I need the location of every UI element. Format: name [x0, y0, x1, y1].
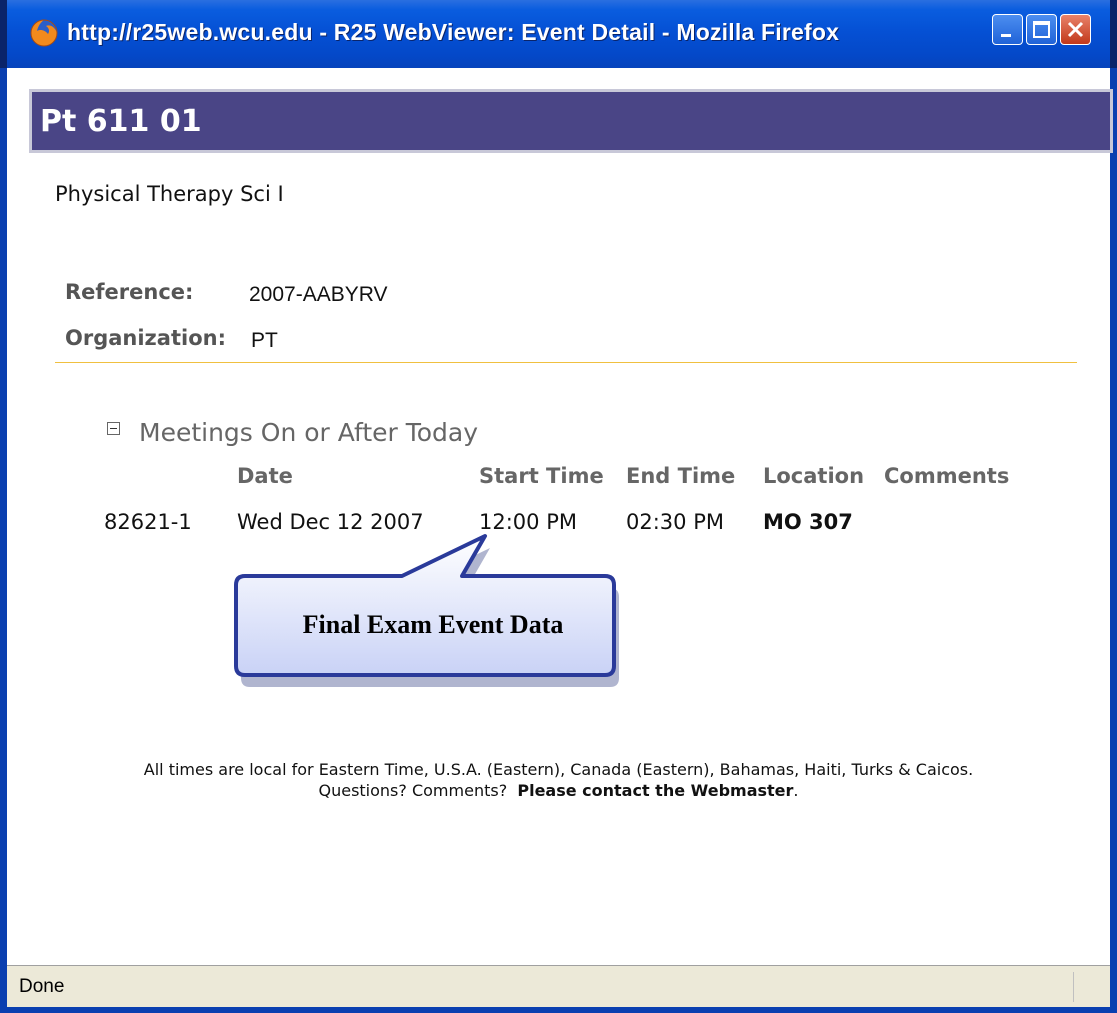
minimize-icon: [1001, 34, 1011, 37]
contact-webmaster-link[interactable]: Please contact the Webmaster: [517, 781, 793, 800]
close-icon: [1067, 21, 1084, 38]
status-bar: Done: [7, 965, 1110, 1007]
contact-prompt: Questions? Comments?: [318, 781, 508, 800]
contact-period: .: [793, 781, 799, 800]
status-bar-panel: [1073, 972, 1104, 1002]
firefox-icon: [29, 18, 59, 48]
callout-text: Final Exam Event Data: [302, 610, 564, 639]
contact-line: Questions? Comments? Please contact the …: [7, 781, 1110, 800]
maximize-button[interactable]: [1026, 14, 1057, 45]
titlebar-divider: [0, 68, 1117, 80]
window-frame-left: [0, 68, 7, 1013]
callout-bubble: [234, 534, 619, 687]
maximize-icon: [1033, 21, 1050, 38]
window-frame-right: [1110, 68, 1117, 1013]
browser-window: http://r25web.wcu.edu - R25 WebViewer: E…: [0, 0, 1117, 1013]
close-button[interactable]: [1060, 14, 1091, 45]
window-title: http://r25web.wcu.edu - R25 WebViewer: E…: [67, 19, 840, 45]
status-text: Done: [19, 976, 65, 997]
minimize-button[interactable]: [992, 14, 1023, 45]
window-frame-bottom: [0, 1007, 1117, 1013]
page-content: Pt 611 01 Physical Therapy Sci I Referen…: [7, 80, 1113, 965]
timezone-note: All times are local for Eastern Time, U.…: [143, 760, 974, 779]
